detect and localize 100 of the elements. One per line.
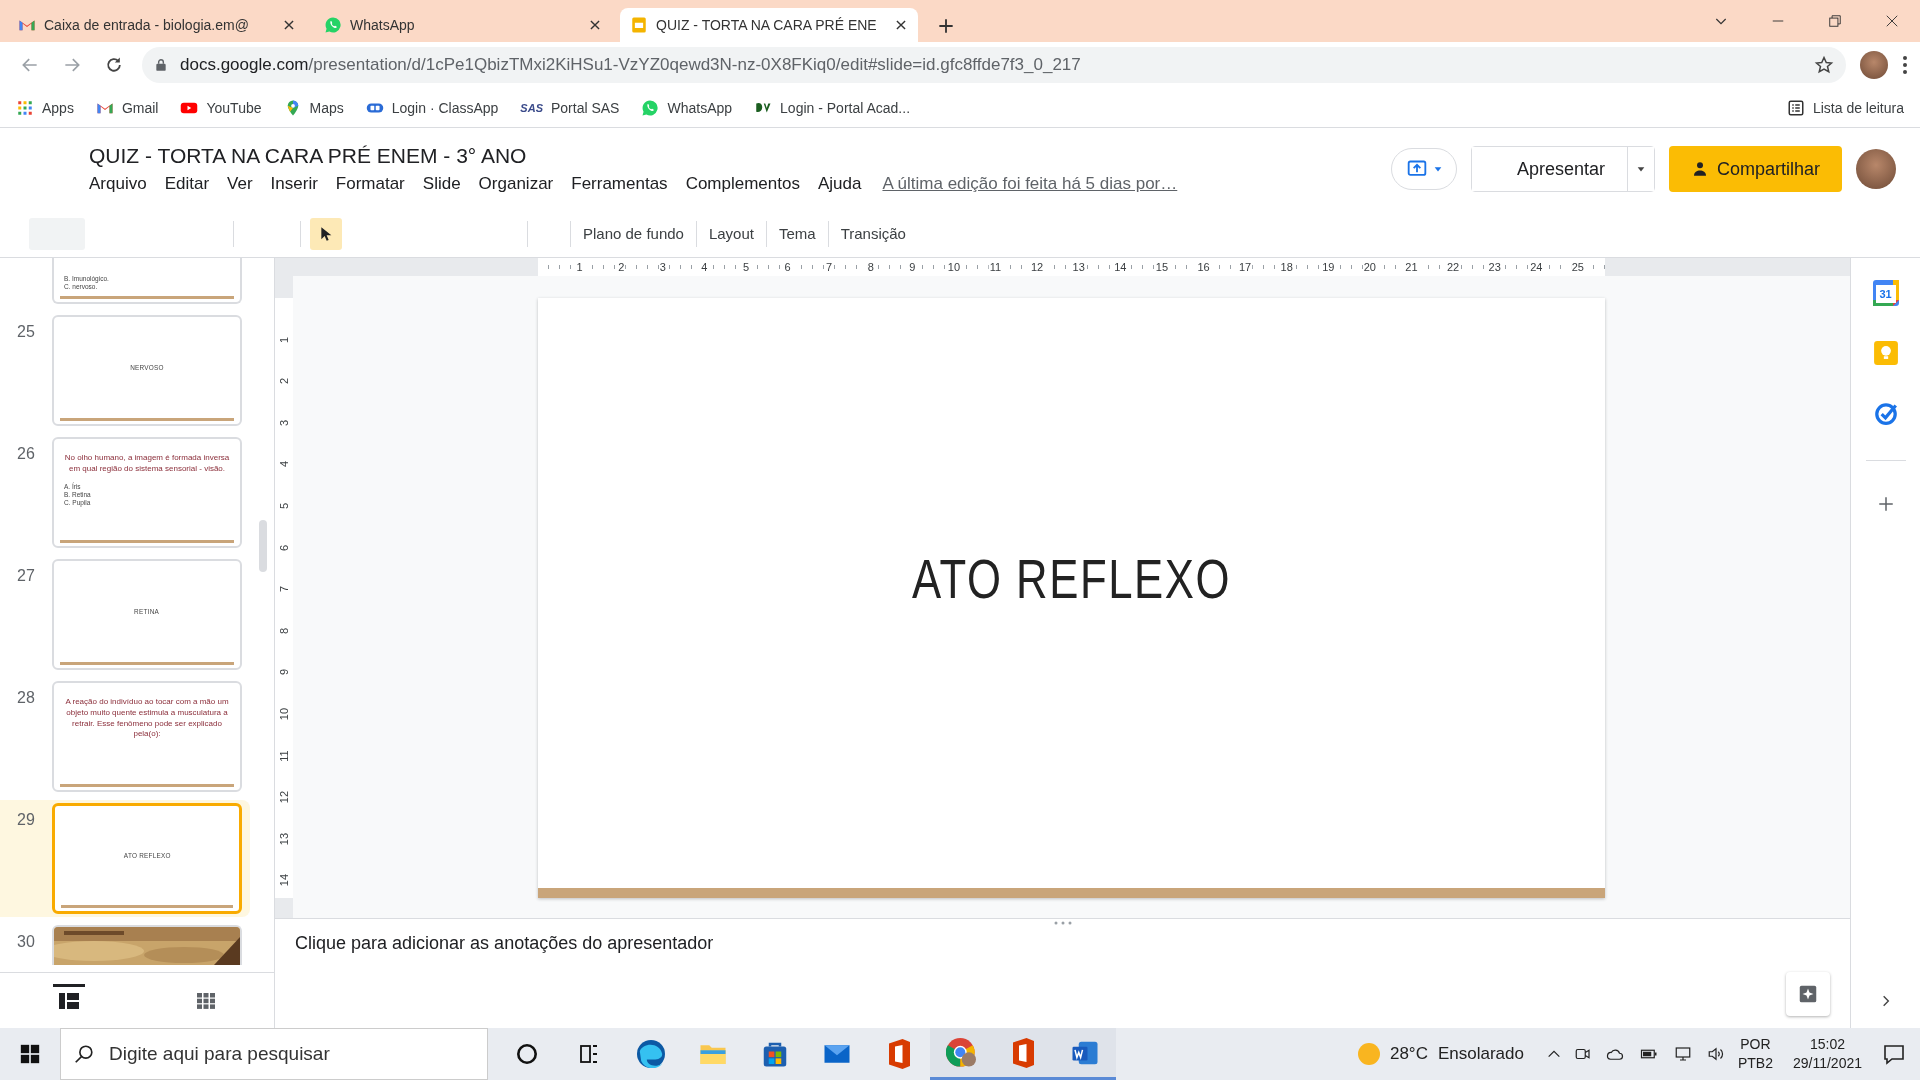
browser-tab[interactable]: QUIZ - TORTA NA CARA PRÉ ENE bbox=[620, 8, 918, 42]
bookmark[interactable]: SAS Portal SAS bbox=[520, 99, 620, 116]
menu-item[interactable]: Ferramentas bbox=[562, 174, 677, 194]
select-tool-button[interactable] bbox=[310, 217, 342, 250]
close-icon bbox=[1884, 14, 1899, 28]
restore-icon bbox=[1827, 14, 1842, 28]
chat-bubble-icon bbox=[324, 16, 342, 34]
check-circle-icon bbox=[1872, 400, 1899, 426]
share-button[interactable]: Compartilhar bbox=[1668, 146, 1842, 192]
edge-icon bbox=[637, 1040, 665, 1068]
weather-condition: Ensolarado bbox=[1437, 1044, 1524, 1064]
last-edit-link[interactable]: A última edição foi feita há 5 dias por… bbox=[882, 174, 1178, 194]
thumbnail-title: RETINA bbox=[134, 607, 160, 616]
slide-number: 30 bbox=[16, 932, 36, 951]
menu-item[interactable]: Slide bbox=[413, 174, 470, 194]
calendar-button[interactable]: 31 bbox=[1872, 280, 1899, 306]
menu-item[interactable]: Editar bbox=[155, 174, 219, 194]
toolbar-button[interactable]: Tema bbox=[766, 225, 828, 242]
explore-button[interactable] bbox=[1786, 972, 1830, 1016]
menu-item[interactable]: Arquivo bbox=[89, 174, 156, 194]
chat-bubble-icon bbox=[641, 98, 660, 117]
slide-thumbnail[interactable]: NERVOSO bbox=[52, 315, 242, 426]
bookmark[interactable]: Maps bbox=[283, 98, 344, 117]
menu-item[interactable]: Inserir bbox=[261, 174, 327, 194]
plus-icon bbox=[1876, 495, 1895, 513]
bookmark[interactable]: Login - Portal Acad... bbox=[754, 98, 911, 117]
caret-icon bbox=[1432, 164, 1443, 174]
star-icon bbox=[1814, 55, 1834, 75]
vertical-ruler: 1 2 3 4 5 6 7 8 9 10 11 12 13 14 bbox=[275, 276, 293, 918]
avatar[interactable] bbox=[1856, 149, 1896, 189]
notification-icon bbox=[1882, 1042, 1906, 1066]
browser-tab[interactable]: Caixa de entrada - biologia.em@ bbox=[8, 8, 306, 42]
thumbnail-title: NERVOSO bbox=[130, 363, 164, 372]
close-icon bbox=[894, 18, 908, 32]
circle-icon bbox=[517, 1044, 537, 1064]
search-icon bbox=[73, 1043, 95, 1065]
slide-number: 27 bbox=[16, 566, 36, 585]
slide-thumbnail[interactable]: A reação do indivíduo ao tocar com a mão um objeto muito quente estimula a musculatura a retrair. Esse fenômeno pode ser explicado pela(o): bbox=[52, 681, 242, 792]
list-icon bbox=[1786, 98, 1805, 117]
language-code: POR bbox=[1740, 1035, 1771, 1054]
document-title[interactable]: QUIZ - TORTA NA CARA PRÉ ENEM - 3° ANO bbox=[89, 144, 1178, 168]
bookmark[interactable]: WhatsApp bbox=[641, 98, 733, 117]
avatar[interactable] bbox=[1860, 51, 1888, 79]
taskbar-search-field[interactable]: Digite aqui para pesquisar bbox=[60, 1028, 488, 1080]
present-options-button[interactable] bbox=[1390, 148, 1457, 190]
temperature: 28°C bbox=[1389, 1044, 1428, 1064]
bookmark[interactable]: Login · ClassApp bbox=[365, 98, 499, 117]
slides-icon bbox=[630, 16, 648, 34]
close-icon bbox=[588, 18, 602, 32]
slide-thumbnail[interactable]: RETINA bbox=[52, 559, 242, 670]
bookmark[interactable]: YouTube bbox=[180, 98, 262, 117]
lightbulb-icon bbox=[1872, 340, 1899, 366]
apps-grid-icon bbox=[16, 98, 34, 117]
lock-icon bbox=[154, 57, 168, 73]
input-language[interactable]: POR PTB2 bbox=[1737, 1035, 1773, 1073]
toolbar-button[interactable]: Plano de fundo bbox=[571, 225, 696, 242]
slide-number: 29 bbox=[16, 810, 36, 829]
sun-icon bbox=[1357, 1043, 1380, 1065]
filmstrip-icon bbox=[59, 992, 79, 1009]
browser-tab[interactable]: WhatsApp bbox=[314, 8, 612, 42]
clock-date: 29/11/2021 bbox=[1792, 1054, 1862, 1073]
menu-item[interactable]: Ver bbox=[218, 174, 262, 194]
portal-logo: SAS bbox=[520, 101, 543, 114]
plus-icon bbox=[936, 16, 956, 36]
bookmark[interactable]: Gmail bbox=[95, 98, 159, 117]
bookmark[interactable]: Apps bbox=[16, 98, 74, 117]
menu-item[interactable]: Ajuda bbox=[808, 174, 871, 194]
toolbar-button[interactable]: Transição bbox=[828, 225, 918, 242]
url-text: docs.google.com/presentation/d/1cPe1QbizTMxi2KiHSu1-VzYZ0qewd3N-nz-0X8FKiq0/edit#slide=id.gfc8ffde7f3_0_217 bbox=[180, 55, 1082, 75]
menu-item[interactable]: Organizar bbox=[469, 174, 563, 194]
present-button[interactable]: Apresentar bbox=[1471, 147, 1628, 191]
windows-logo-icon bbox=[20, 1044, 40, 1064]
sparkle-icon bbox=[1797, 983, 1819, 1005]
more-vertical-icon bbox=[1902, 55, 1908, 75]
office-icon bbox=[888, 1039, 910, 1069]
caret-icon bbox=[1635, 164, 1646, 174]
grid-icon bbox=[197, 992, 215, 1009]
thumbnail-title: ATO REFLEXO bbox=[123, 851, 171, 860]
office-icon bbox=[1012, 1037, 1034, 1068]
drag-handle-icon bbox=[1052, 921, 1073, 925]
slide-number: 28 bbox=[16, 688, 36, 707]
reload-icon bbox=[104, 55, 124, 75]
slide-canvas[interactable]: ATO REFLEXO bbox=[538, 298, 1605, 898]
slide-number: 25 bbox=[16, 322, 36, 341]
scrollbar[interactable] bbox=[259, 520, 267, 572]
clock-time: 15:02 bbox=[1809, 1035, 1845, 1054]
reading-list-button[interactable]: Lista de leitura bbox=[1786, 98, 1904, 117]
speaker-notes[interactable]: Clique para adicionar as anotações do apresentador bbox=[275, 918, 1850, 1028]
close-icon bbox=[282, 18, 296, 32]
slide-thumbnail[interactable]: ATO REFLEXO bbox=[52, 803, 242, 914]
thumbnail-text: No olho humano, a imagem é formada inversa em qual região do sistema sensorial - visão. bbox=[64, 453, 230, 475]
add-addon-button[interactable] bbox=[1876, 495, 1895, 513]
menu-item[interactable]: Complementos bbox=[676, 174, 809, 194]
slide-title[interactable]: ATO REFLEXO bbox=[912, 545, 1231, 611]
tasks-button[interactable] bbox=[1872, 400, 1899, 426]
notes-placeholder: Clique para adicionar as anotações do apresentador bbox=[294, 932, 715, 954]
menu-item[interactable]: Formatar bbox=[326, 174, 414, 194]
address-bar[interactable]: docs.google.com/presentation/d/1cPe1QbizTMxi2KiHSu1-VzYZ0qewd3N-nz-0X8FKiq0/edit#slide=id.gfc8ffde7f3_0_217 bbox=[142, 47, 1846, 83]
keyboard-layout: PTB2 bbox=[1737, 1054, 1773, 1073]
toolbar-button[interactable]: Layout bbox=[696, 225, 766, 242]
